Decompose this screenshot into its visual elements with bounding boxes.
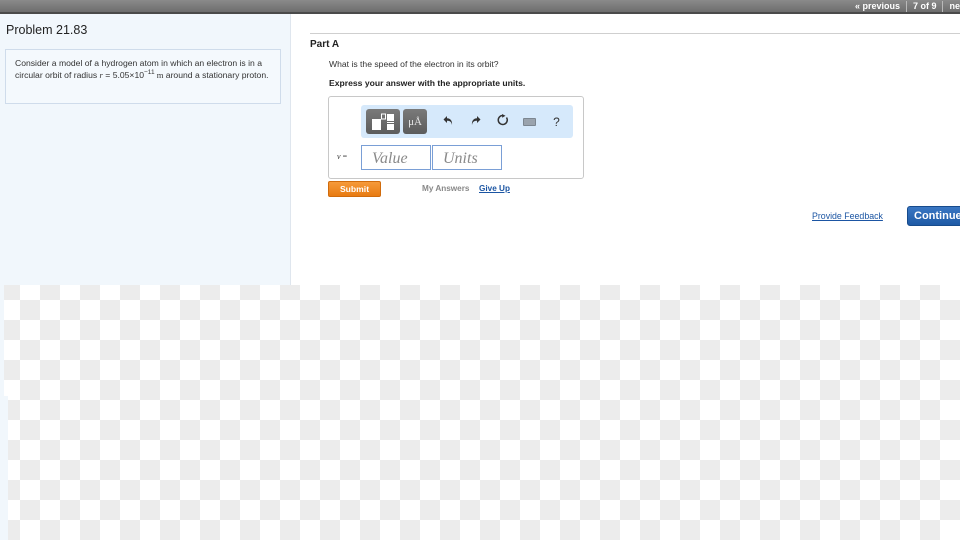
redo-button[interactable] <box>462 115 489 129</box>
problem-statement: Consider a model of a hydrogen atom in w… <box>5 49 281 104</box>
submit-button[interactable]: Submit <box>328 181 381 197</box>
continue-button[interactable]: Continue <box>907 206 960 226</box>
position-indicator: 7 of 9 <box>912 1 937 11</box>
my-answers-label: My Answers <box>422 184 470 193</box>
radius-exponent: −11 <box>144 69 155 77</box>
divider <box>905 0 907 12</box>
reset-icon <box>497 114 508 126</box>
divider <box>310 33 960 34</box>
reset-button[interactable] <box>489 114 516 129</box>
problem-panel: Problem 21.83 Consider a model of a hydr… <box>0 14 291 285</box>
redo-icon <box>471 115 481 125</box>
top-navigation-bar: « previous 7 of 9 ne <box>0 0 960 14</box>
problem-text-end: around a stationary proton. <box>163 70 269 81</box>
panel-edge <box>0 396 8 540</box>
value-input[interactable] <box>361 145 431 170</box>
help-button[interactable]: ? <box>543 115 570 129</box>
part-panel: Part A What is the speed of the electron… <box>292 14 960 285</box>
keyboard-button[interactable] <box>516 115 543 129</box>
units-button[interactable]: μÅ <box>403 109 427 134</box>
keyboard-icon <box>523 117 536 126</box>
question-text: What is the speed of the electron in its… <box>329 59 499 69</box>
units-input[interactable] <box>432 145 502 170</box>
pager: « previous 7 of 9 ne <box>855 0 960 12</box>
templates-button[interactable] <box>366 109 400 134</box>
part-title: Part A <box>310 39 340 50</box>
transparent-background <box>0 285 960 540</box>
undo-icon <box>443 115 453 125</box>
instruction-text: Express your answer with the appropriate… <box>329 78 526 88</box>
variable-label: v = <box>337 152 347 161</box>
radius-value: = 5.05×10 <box>102 70 145 81</box>
divider <box>942 0 944 12</box>
answer-box: μÅ ? v = <box>328 96 584 179</box>
problem-title: Problem 21.83 <box>6 23 88 37</box>
templates-icon <box>372 113 394 130</box>
next-link[interactable]: ne <box>949 1 960 11</box>
give-up-link[interactable]: Give Up <box>479 184 510 193</box>
undo-button[interactable] <box>435 115 462 129</box>
math-toolbar: μÅ ? <box>361 105 573 138</box>
previous-link[interactable]: « previous <box>855 1 900 11</box>
provide-feedback-link[interactable]: Provide Feedback <box>812 211 883 221</box>
equals-sign: = <box>340 152 348 161</box>
